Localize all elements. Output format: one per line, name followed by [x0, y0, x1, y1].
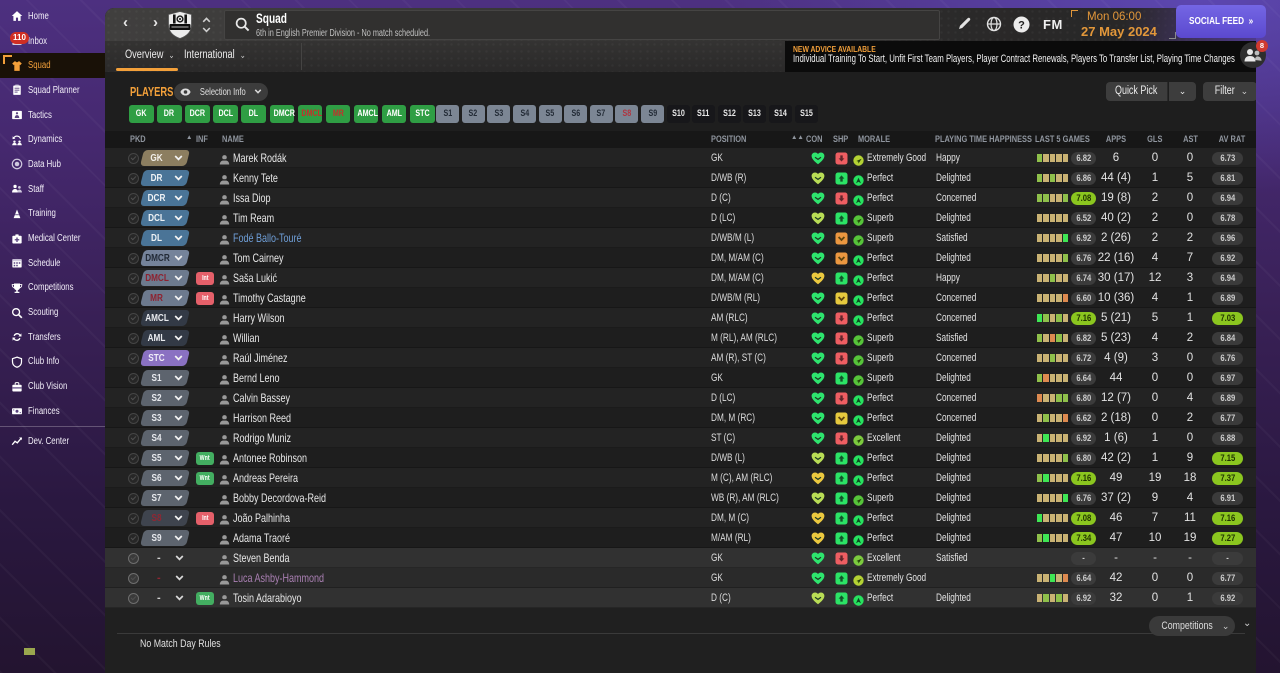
svg-text:?: ?	[1018, 20, 1025, 32]
